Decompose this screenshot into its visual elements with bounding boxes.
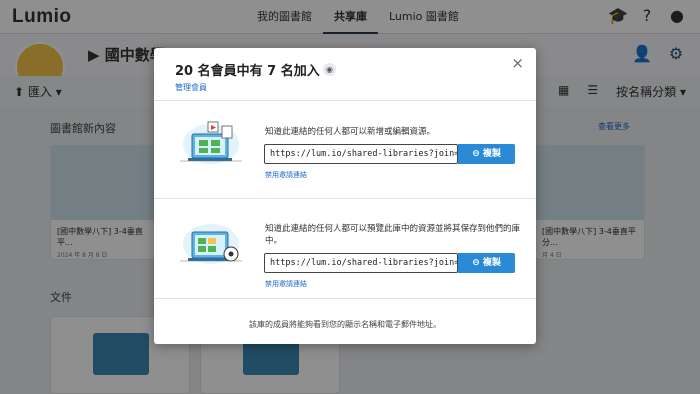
- copy-edit-link-button[interactable]: ⊖ 複製: [458, 144, 515, 164]
- edit-link-illustration: [180, 121, 242, 164]
- visibility-icon[interactable]: ◉: [323, 63, 336, 76]
- invite-members-dialog: 20 名會員中有 7 名加入 ◉ 管理會員 × 知道此連結的任何人都可以新增或編…: [154, 48, 536, 344]
- disable-edit-link[interactable]: 禁用邀請連結: [265, 170, 307, 180]
- divider: [154, 100, 536, 101]
- edit-link-description: 知道此連結的任何人都可以新增或編輯資源。: [265, 127, 436, 137]
- divider: [154, 298, 536, 299]
- view-link-illustration: [180, 224, 242, 264]
- manage-members-link[interactable]: 管理會員: [175, 82, 207, 93]
- dialog-title: 20 名會員中有 7 名加入: [175, 64, 320, 79]
- divider: [154, 198, 536, 199]
- copy-view-link-button[interactable]: ⊖ 複製: [458, 253, 515, 273]
- privacy-footnote: 該庫的成員將能夠看到您的顯示名稱和電子郵件地址。: [249, 320, 441, 329]
- link-icon: ⊖: [472, 149, 483, 159]
- view-link-field[interactable]: https://lum.io/shared-libraries?join=c8d…: [264, 253, 458, 273]
- disable-view-link[interactable]: 禁用邀請連結: [265, 279, 307, 289]
- link-icon: ⊖: [472, 258, 483, 268]
- view-link-description: 知道此連結的任何人都可以預覽此庫中的資源並將其保存到他們的庫中。: [265, 224, 521, 246]
- edit-link-field[interactable]: https://lum.io/shared-libraries?join=beb…: [264, 144, 458, 164]
- close-icon[interactable]: ×: [511, 56, 524, 71]
